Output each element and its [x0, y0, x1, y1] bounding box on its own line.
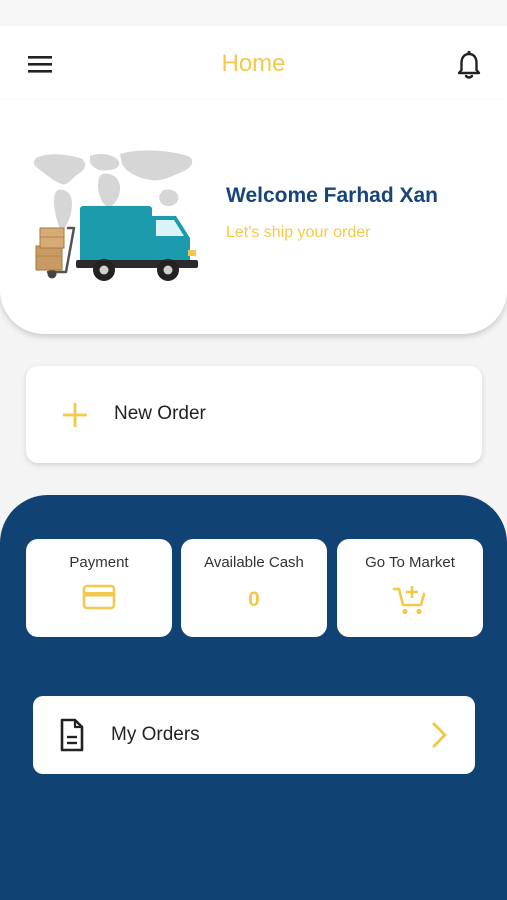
document-icon — [60, 718, 84, 752]
payment-tile[interactable]: Payment — [26, 539, 172, 637]
notifications-button[interactable] — [453, 48, 485, 82]
chevron-right-icon — [432, 722, 447, 748]
bell-icon — [457, 50, 481, 79]
go-to-market-label: Go To Market — [365, 554, 455, 571]
new-order-button[interactable]: New Order — [26, 366, 482, 463]
app-header: Home — [0, 26, 507, 100]
my-orders-label: My Orders — [111, 724, 200, 745]
status-bar — [0, 0, 507, 26]
my-orders-button[interactable]: My Orders — [33, 696, 475, 774]
delivery-truck-illustration — [33, 150, 198, 281]
available-cash-tile[interactable]: Available Cash 0 — [181, 539, 327, 637]
go-to-market-tile[interactable]: Go To Market — [337, 539, 483, 637]
available-cash-value: 0 — [248, 588, 260, 611]
plus-icon — [63, 403, 87, 427]
credit-card-icon — [82, 584, 116, 610]
welcome-card: Welcome Farhad Xan Let's ship your order — [0, 100, 507, 334]
page-title: Home — [221, 50, 286, 77]
welcome-title: Welcome Farhad Xan — [226, 184, 439, 207]
add-to-cart-icon — [392, 586, 426, 615]
payment-label: Payment — [69, 554, 129, 571]
welcome-subtitle: Let's ship your order — [226, 224, 371, 241]
available-cash-label: Available Cash — [204, 554, 304, 571]
new-order-label: New Order — [114, 403, 206, 424]
